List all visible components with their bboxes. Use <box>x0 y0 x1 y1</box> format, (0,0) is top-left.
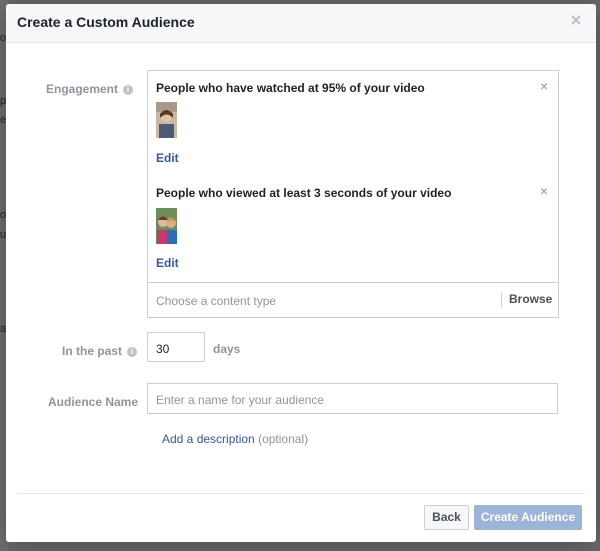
optional-label: (optional) <box>258 432 309 446</box>
create-audience-button[interactable]: Create Audience <box>474 505 582 530</box>
days-input[interactable]: 30 <box>147 332 205 362</box>
info-icon[interactable]: i <box>123 85 134 95</box>
edit-rule-link[interactable]: Edit <box>156 256 179 270</box>
info-icon[interactable]: i <box>127 347 138 357</box>
close-icon[interactable] <box>569 14 583 28</box>
footer-divider <box>17 493 585 494</box>
audience-name-label: Audience Name <box>48 395 139 409</box>
video-thumbnail <box>156 208 177 244</box>
video-thumbnail-image <box>156 102 177 138</box>
video-thumbnail <box>156 102 177 138</box>
in-the-past-label: In the past i <box>62 344 138 358</box>
video-thumbnail-image <box>156 208 177 244</box>
browse-button[interactable]: Browse <box>509 292 552 306</box>
create-custom-audience-dialog: Create a Custom Audience Engagement i Peo… <box>6 4 596 542</box>
divider <box>501 293 502 307</box>
add-description-link[interactable]: Add a description <box>162 432 255 446</box>
dialog-header: Create a Custom Audience <box>6 4 596 43</box>
engagement-label-text: Engagement <box>46 82 119 96</box>
dialog-title: Create a Custom Audience <box>17 14 195 30</box>
add-description-row: Add a description (optional) <box>162 432 308 446</box>
close-icon-glyph <box>571 15 581 25</box>
audience-name-input[interactable]: Enter a name for your audience <box>147 383 558 414</box>
content-type-row: Choose a content type Browse <box>148 282 558 318</box>
in-the-past-label-text: In the past <box>62 344 123 358</box>
content-type-input[interactable]: Choose a content type <box>156 294 276 308</box>
engagement-rules-box: People who have watched at 95% of your v… <box>147 70 559 318</box>
days-unit-label: days <box>213 342 241 356</box>
remove-rule-icon[interactable]: × <box>540 184 548 198</box>
rule-title: People who viewed at least 3 seconds of … <box>156 186 452 200</box>
rule-title: People who have watched at 95% of your v… <box>156 81 425 95</box>
remove-rule-icon[interactable]: × <box>540 79 548 93</box>
back-button[interactable]: Back <box>424 505 469 530</box>
engagement-label: Engagement i <box>46 82 134 96</box>
edit-rule-link[interactable]: Edit <box>156 151 179 165</box>
